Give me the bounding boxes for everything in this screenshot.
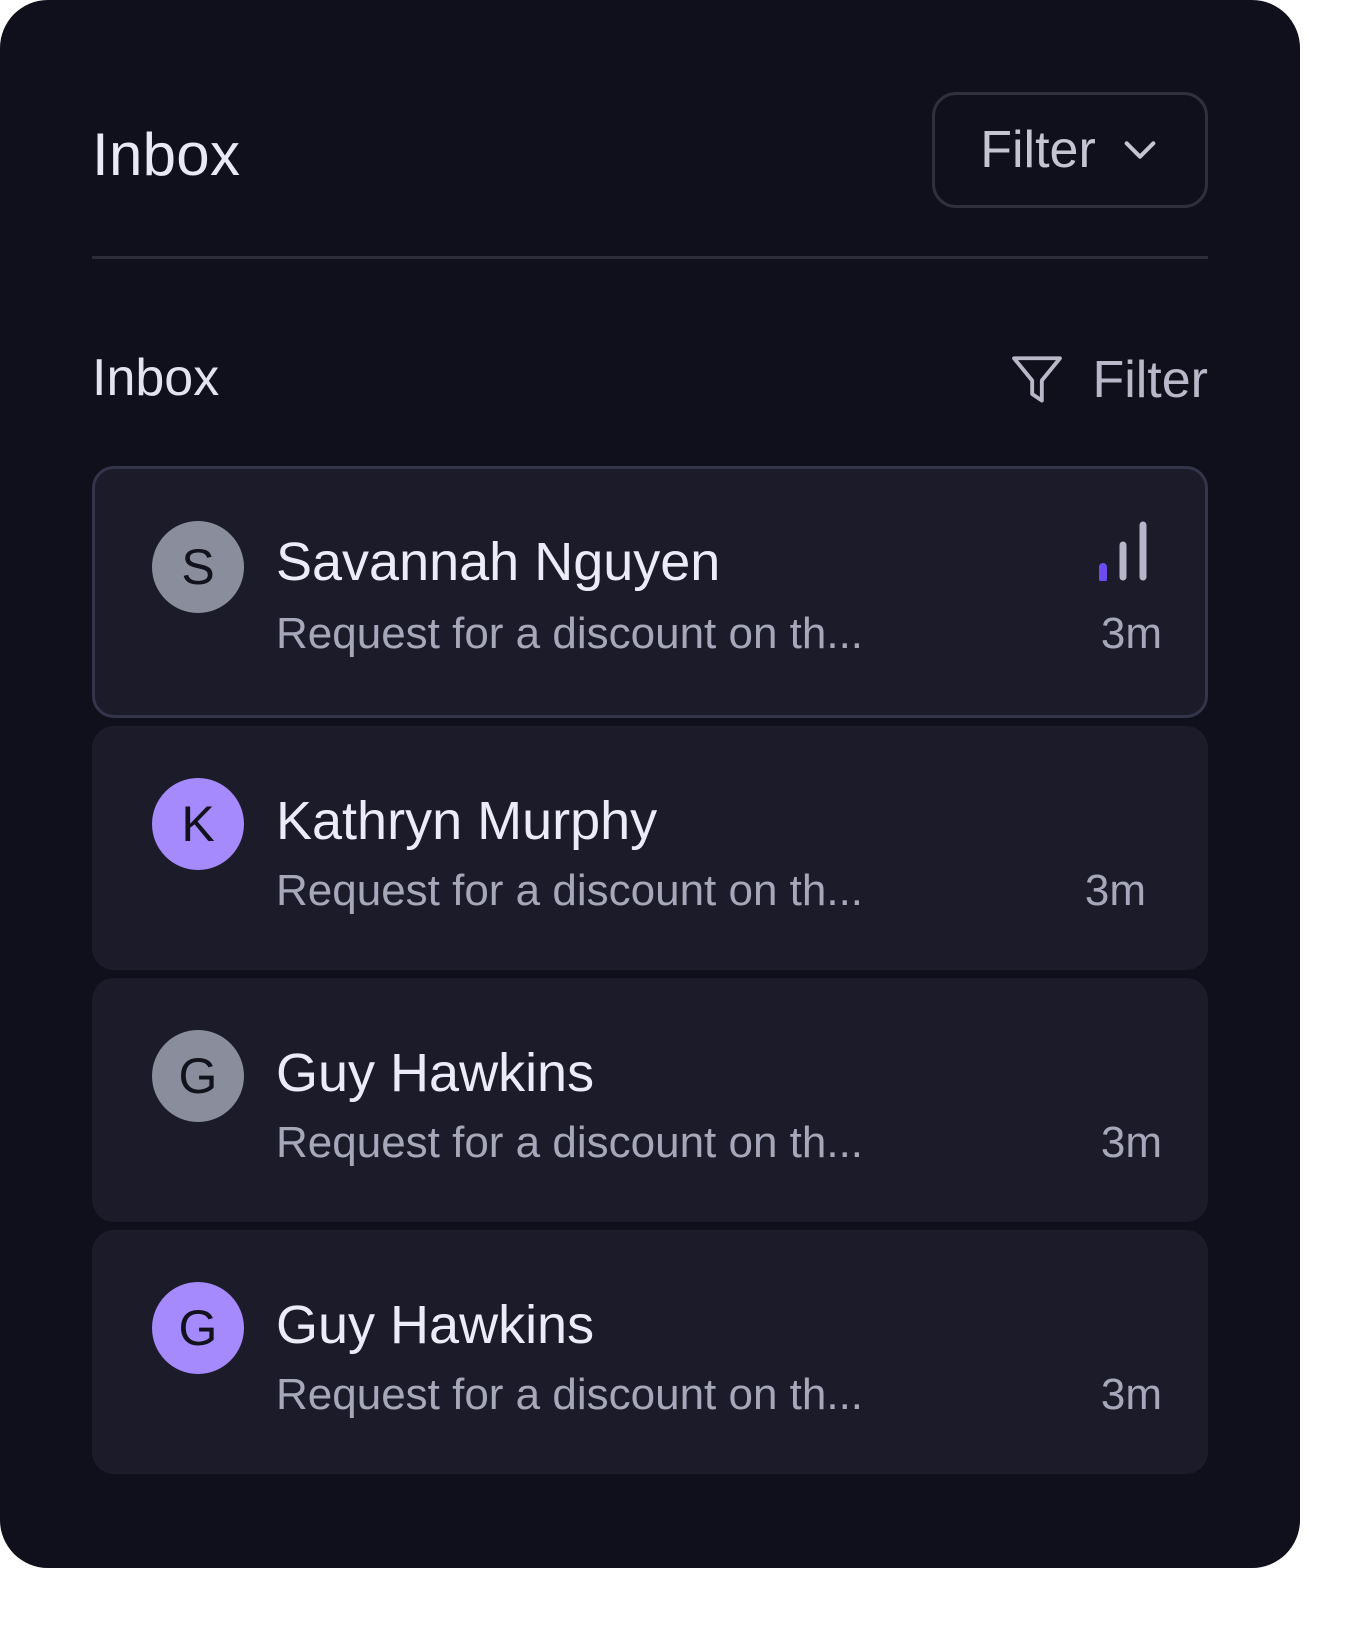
message-item[interactable]: G Guy Hawkins Request for a discount on … [92,1230,1208,1474]
avatar: G [152,1030,244,1122]
message-preview: Request for a discount on th... [276,609,864,658]
filter-dropdown-label: Filter [980,121,1096,179]
message-item[interactable]: K Kathryn Murphy Request for a discount … [92,726,1208,970]
filter-button[interactable]: Filter [1008,340,1208,420]
sender-name: Kathryn Murphy [276,791,658,851]
inbox-subheader: Inbox Filter [92,340,1208,420]
inbox-header: Inbox Filter [92,92,1208,212]
chevron-down-icon [1124,141,1156,159]
message-item[interactable]: G Guy Hawkins Request for a discount on … [92,978,1208,1222]
message-time: 3m [1100,609,1162,658]
filter-funnel-icon [1012,356,1063,403]
message-item-selected[interactable]: S Savannah Nguyen Request for a discount… [92,466,1208,718]
header-divider [92,256,1208,259]
section-title: Inbox [92,349,220,407]
page-title: Inbox [92,121,241,188]
sender-name: Guy Hawkins [276,1043,595,1103]
message-time: 3m [1100,1118,1162,1167]
avatar: S [152,521,244,613]
avatar: G [152,1282,244,1374]
message-preview: Request for a discount on th... [276,866,864,915]
sender-name: Savannah Nguyen [276,532,721,592]
inbox-panel: Inbox Filter Inbox Filter S Savannah Ngu… [0,0,1300,1568]
message-preview: Request for a discount on th... [276,1370,864,1419]
message-time: 3m [1100,1370,1162,1419]
message-preview: Request for a discount on th... [276,1118,864,1167]
signal-bars-icon [1099,521,1147,581]
filter-dropdown-button[interactable]: Filter [932,92,1208,208]
filter-button-label: Filter [1092,351,1208,409]
message-list: S Savannah Nguyen Request for a discount… [92,466,1208,1482]
message-time: 3m [1084,866,1146,915]
avatar: K [152,778,244,870]
sender-name: Guy Hawkins [276,1295,595,1355]
